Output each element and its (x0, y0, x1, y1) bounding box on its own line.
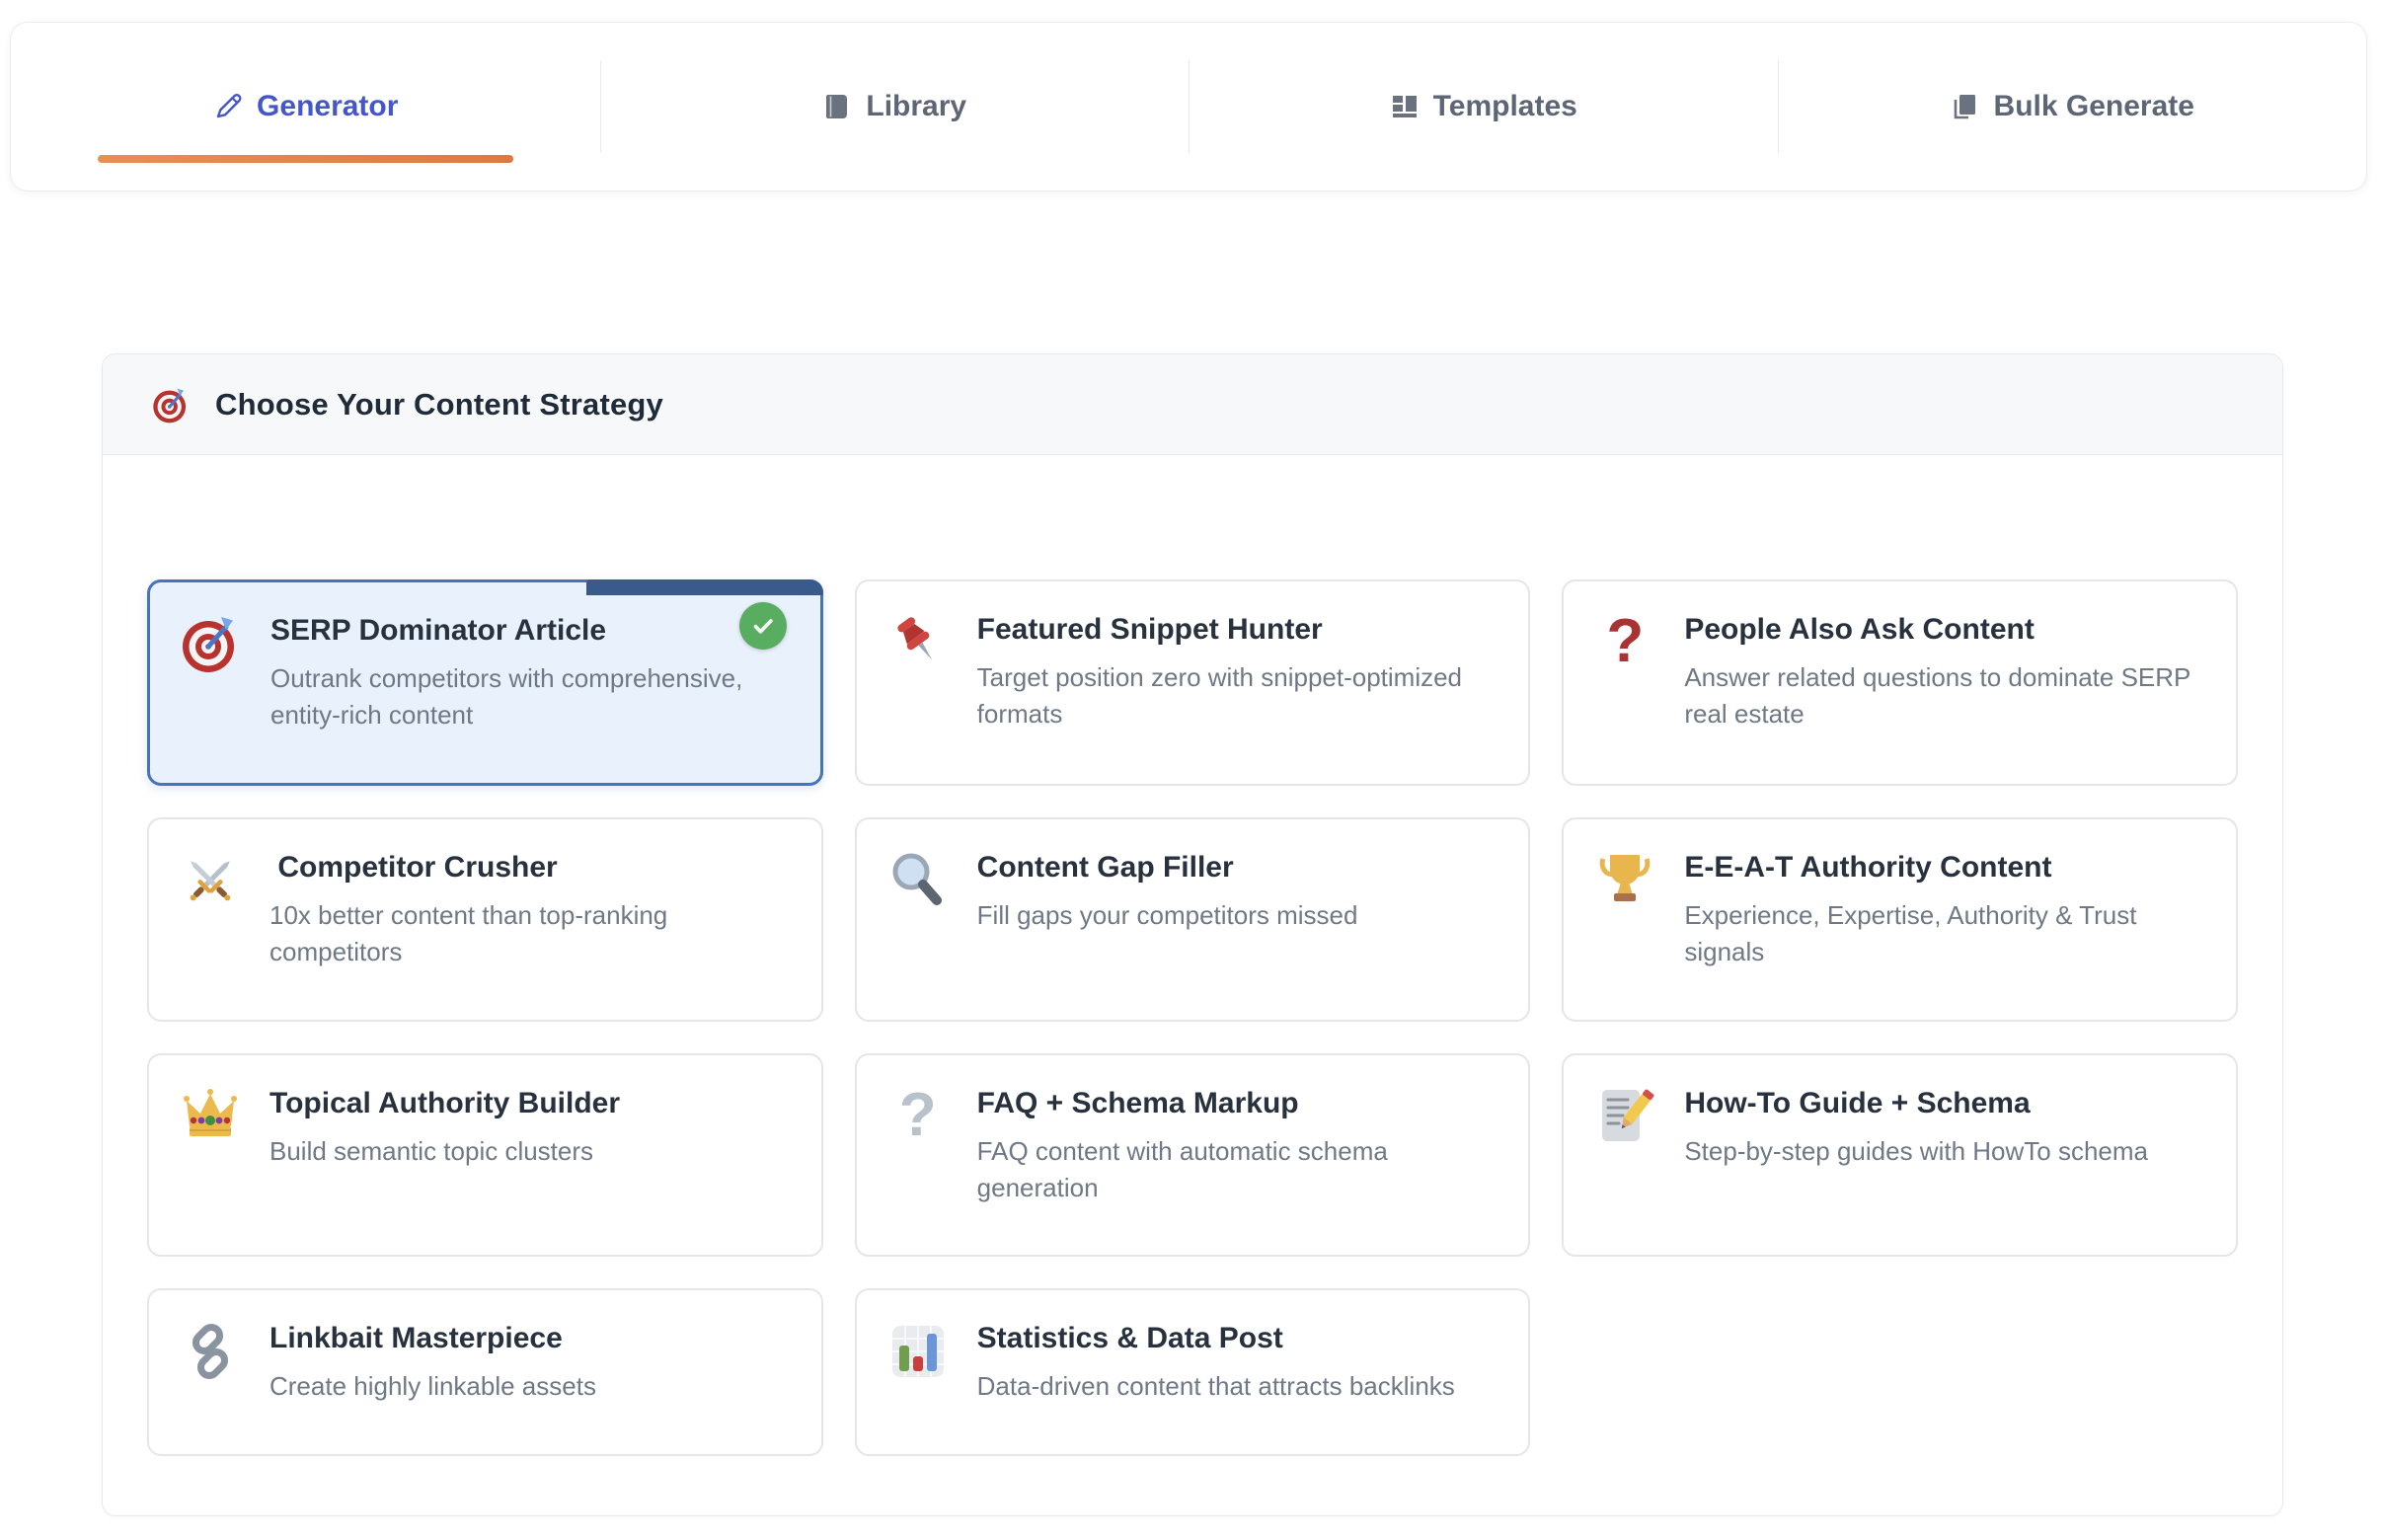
layout-icon (1389, 91, 1421, 122)
strategy-card-featured-snippet[interactable]: Featured Snippet Hunter Target position … (855, 579, 1531, 786)
memo-icon (1593, 1085, 1656, 1148)
pushpin-icon (886, 611, 950, 674)
panel-title: Choose Your Content Strategy (215, 387, 663, 423)
tab-library-label: Library (866, 90, 966, 123)
card-description: Step-by-step guides with HowTo schema (1684, 1133, 2204, 1170)
top-tab-bar: Generator Library Templates Bulk Generat… (10, 22, 2367, 192)
tab-generator-label: Generator (257, 90, 398, 123)
tab-generator[interactable]: Generator (11, 23, 600, 191)
strategy-card-competitor-crusher[interactable]: Competitor Crusher 10x better content th… (147, 817, 823, 1022)
tab-library[interactable]: Library (600, 23, 1190, 191)
strategy-card-content-gap[interactable]: Content Gap Filler Fill gaps your compet… (855, 817, 1531, 1022)
link-icon (179, 1320, 242, 1383)
card-title: How-To Guide + Schema (1684, 1087, 2204, 1120)
card-title: Topical Authority Builder (269, 1087, 790, 1120)
card-description: Fill gaps your competitors missed (977, 897, 1498, 934)
tab-bulk-generate-label: Bulk Generate (1994, 90, 2194, 123)
card-description: 10x better content than top-ranking comp… (269, 897, 790, 970)
strategy-card-howto-guide[interactable]: How-To Guide + Schema Step-by-step guide… (1562, 1053, 2238, 1258)
red-question-icon: ? (1593, 611, 1656, 672)
tab-templates[interactable]: Templates (1189, 23, 1778, 191)
card-title: E-E-A-T Authority Content (1684, 851, 2204, 885)
check-icon (748, 611, 778, 641)
tab-templates-label: Templates (1433, 90, 1577, 123)
card-description: FAQ content with automatic schema genera… (977, 1133, 1498, 1206)
crossed-swords-icon (179, 849, 242, 912)
bar-chart-icon (886, 1320, 950, 1383)
card-title: Statistics & Data Post (977, 1322, 1498, 1355)
pencil-icon (212, 91, 244, 122)
card-description: Data-driven content that attracts backli… (977, 1368, 1498, 1405)
gray-question-icon: ? (886, 1085, 950, 1146)
strategy-grid: SERP Dominator Article Outrank competito… (103, 455, 2282, 1496)
card-description: Outrank competitors with comprehensive, … (270, 660, 789, 733)
card-title: Content Gap Filler (977, 851, 1498, 885)
strategy-card-statistics[interactable]: Statistics & Data Post Data-driven conte… (855, 1288, 1531, 1456)
book-icon (821, 91, 853, 122)
card-description: Target position zero with snippet-optimi… (977, 659, 1498, 732)
card-description: Build semantic topic clusters (269, 1133, 790, 1170)
strategy-card-faq-schema[interactable]: ? FAQ + Schema Markup FAQ content with a… (855, 1053, 1531, 1258)
target-icon (180, 612, 243, 675)
card-title: Linkbait Masterpiece (269, 1322, 790, 1355)
selected-strip (586, 579, 823, 595)
card-title: SERP Dominator Article (270, 614, 789, 648)
strategy-card-linkbait[interactable]: Linkbait Masterpiece Create highly linka… (147, 1288, 823, 1456)
strategy-card-serp-dominator[interactable]: SERP Dominator Article Outrank competito… (147, 579, 823, 786)
card-description: Experience, Expertise, Authority & Trust… (1684, 897, 2204, 970)
card-description: Answer related questions to dominate SER… (1684, 659, 2204, 732)
copy-icon (1950, 91, 1981, 122)
card-title: FAQ + Schema Markup (977, 1087, 1498, 1120)
strategy-card-people-also-ask[interactable]: ? People Also Ask Content Answer related… (1562, 579, 2238, 786)
trophy-icon (1593, 849, 1656, 912)
check-badge (739, 602, 787, 650)
panel-header: Choose Your Content Strategy (103, 354, 2282, 455)
target-icon (150, 384, 192, 425)
crown-icon (179, 1085, 242, 1148)
active-tab-underline (98, 155, 513, 163)
strategy-card-topical-authority[interactable]: Topical Authority Builder Build semantic… (147, 1053, 823, 1258)
card-title: Featured Snippet Hunter (977, 613, 1498, 647)
content-strategy-panel: Choose Your Content Strategy (102, 353, 2283, 1516)
card-title: People Also Ask Content (1684, 613, 2204, 647)
card-description: Create highly linkable assets (269, 1368, 790, 1405)
tab-bulk-generate[interactable]: Bulk Generate (1778, 23, 2367, 191)
magnifier-icon (886, 849, 950, 912)
strategy-card-eeat-authority[interactable]: E-E-A-T Authority Content Experience, Ex… (1562, 817, 2238, 1022)
card-title: Competitor Crusher (269, 851, 790, 885)
